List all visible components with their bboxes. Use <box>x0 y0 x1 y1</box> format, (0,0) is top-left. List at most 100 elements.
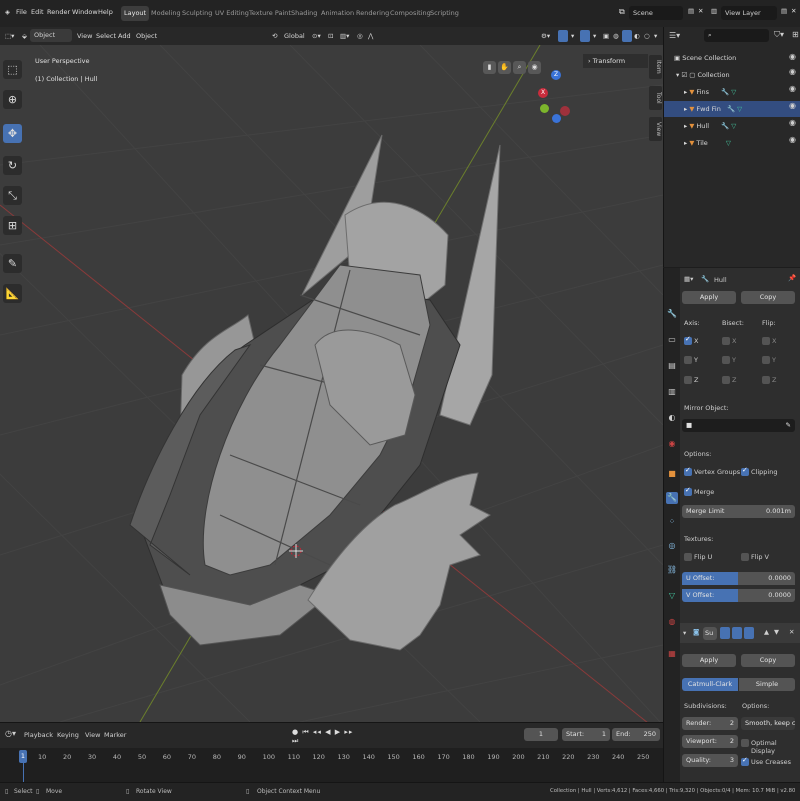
subsurf-copy-button[interactable]: Copy <box>741 654 795 667</box>
render-tab-icon[interactable]: ▭ <box>666 334 678 346</box>
cursor-tool-icon[interactable]: ⊕ <box>3 90 22 109</box>
flip-z-checkbox[interactable] <box>762 376 770 384</box>
overlay-dropdown-icon[interactable]: ▾ <box>593 30 596 42</box>
side-tab-view[interactable]: View <box>649 117 662 141</box>
view-layer-close-icon[interactable]: ✕ <box>791 7 796 15</box>
edit-mode-toggle-icon[interactable] <box>720 627 730 639</box>
outliner-row[interactable]: ▣ Scene Collection <box>664 50 800 66</box>
3d-viewport[interactable]: User Perspective (1) Collection | Hull ▮… <box>0 45 663 722</box>
expand-icon[interactable]: ▾ <box>676 71 679 79</box>
orientation-select[interactable]: Global <box>284 30 305 42</box>
merge-limit-field[interactable]: Merge Limit 0.001m <box>682 505 795 518</box>
material-shading-icon[interactable]: ◐ <box>634 30 640 42</box>
eye-icon[interactable]: ◉ <box>789 101 796 110</box>
overlay-toggle-icon[interactable] <box>580 30 590 42</box>
play-icon[interactable]: ▶ <box>335 728 341 736</box>
v-offset-field[interactable]: 0.0000 <box>738 589 795 602</box>
quality-field[interactable]: Quality: 3 <box>682 754 738 767</box>
move-up-icon[interactable]: ▲ <box>764 628 769 636</box>
proportional-edit-icon[interactable]: ◎ <box>357 30 363 42</box>
render-toggle-icon[interactable] <box>744 627 754 639</box>
expand-icon[interactable]: ▸ <box>684 139 687 147</box>
menu-select[interactable]: Select <box>96 30 116 42</box>
eye-icon[interactable]: ◉ <box>789 135 796 144</box>
new-collection-icon[interactable]: ⊞ <box>792 30 799 39</box>
wireframe-shading-icon[interactable]: ◍ <box>613 30 619 42</box>
side-tab-item[interactable]: Item <box>649 55 662 79</box>
modifier-tab-icon[interactable]: 🔧 <box>666 492 678 504</box>
scene-field[interactable]: Scene <box>629 6 683 20</box>
tab-layout[interactable]: Layout <box>121 6 150 21</box>
use-creases-checkbox[interactable] <box>741 756 749 766</box>
flip-v-checkbox[interactable] <box>741 553 749 561</box>
eye-icon[interactable]: ◉ <box>789 67 796 76</box>
gizmo-y-neg-icon[interactable] <box>540 104 549 113</box>
outliner-editor-icon[interactable]: ☰▾ <box>669 31 680 40</box>
jump-end-icon[interactable]: ⏭ <box>292 737 299 745</box>
expand-icon[interactable]: ▸ <box>684 105 687 113</box>
checkbox-icon[interactable]: ☑ <box>681 71 687 79</box>
axis-z-checkbox[interactable] <box>684 376 692 384</box>
axis-gizmo[interactable]: Z X <box>538 70 574 126</box>
merge-checkbox[interactable] <box>684 486 692 496</box>
bisect-x-checkbox[interactable] <box>722 337 730 345</box>
constraints-tab-icon[interactable]: ⛓ <box>666 564 678 576</box>
start-frame-field[interactable]: Start: 1 <box>562 728 610 741</box>
vertex-groups-checkbox[interactable] <box>684 466 692 476</box>
axis-x-checkbox[interactable] <box>684 335 692 345</box>
object-tab-icon[interactable]: ■ <box>666 468 678 480</box>
side-tab-tool[interactable]: Tool <box>649 86 662 110</box>
outliner-search-input[interactable]: ⌕ <box>704 29 769 42</box>
view-layer-browse-icon[interactable]: ▤ <box>781 7 787 15</box>
tool-tab-icon[interactable]: 🔧 <box>666 308 678 320</box>
transform-panel-header[interactable]: › Transform <box>583 54 648 68</box>
collapse-chevron-icon[interactable]: ▾ <box>683 629 686 637</box>
axis-y-checkbox[interactable] <box>684 356 692 364</box>
viewport-levels-field[interactable]: Viewport: 2 <box>682 735 738 748</box>
eye-icon[interactable]: ◉ <box>789 118 796 127</box>
blender-logo-icon[interactable]: ◈ <box>5 8 10 16</box>
simple-button[interactable]: Simple <box>739 678 795 691</box>
hand-pan-icon[interactable]: ✋ <box>498 61 511 74</box>
uv-smooth-select[interactable]: Smooth, keep co... <box>741 717 795 730</box>
gizmo-z-icon[interactable]: Z <box>551 70 561 80</box>
pin-icon[interactable]: 📌 <box>788 274 796 282</box>
menu-keying[interactable]: Keying <box>57 731 79 739</box>
filter-icon[interactable]: ⛉▾ <box>774 30 784 40</box>
properties-editor-icon[interactable]: ▦▾ <box>684 275 693 283</box>
outliner-row[interactable]: ▸ ▼ Fins 🔧 ▽ <box>664 84 800 100</box>
mirror-apply-button[interactable]: Apply <box>682 291 736 304</box>
move-down-icon[interactable]: ▼ <box>774 628 779 636</box>
eyedropper-icon[interactable]: ✎ <box>786 419 791 432</box>
shading-dropdown-icon[interactable]: ▾ <box>654 30 657 42</box>
optimal-display-checkbox[interactable] <box>741 739 749 747</box>
subsurf-name-field[interactable]: Su <box>703 627 717 640</box>
view-layer-field[interactable]: View Layer <box>721 6 777 20</box>
current-frame-field[interactable]: 1 <box>524 728 558 741</box>
display-viewport-toggle-icon[interactable] <box>732 627 742 639</box>
bisect-y-checkbox[interactable] <box>722 356 730 364</box>
timeline-editor-icon[interactable]: ◷▾ <box>5 729 16 738</box>
material-tab-icon[interactable]: ◍ <box>666 616 678 628</box>
subsurf-apply-button[interactable]: Apply <box>682 654 736 667</box>
bisect-z-checkbox[interactable] <box>722 376 730 384</box>
rendered-shading-icon[interactable]: ○ <box>644 30 650 42</box>
menu-window[interactable]: Window <box>72 8 98 16</box>
menu-timeline-view[interactable]: View <box>85 731 100 739</box>
measure-tool-icon[interactable]: 📐 <box>3 284 22 303</box>
menu-add[interactable]: Add <box>118 30 131 42</box>
gizmo-x-icon[interactable]: X <box>538 88 548 98</box>
outliner-row[interactable]: ▾ ☑ ▢ Collection <box>664 67 800 83</box>
texture-tab-icon[interactable]: ▦ <box>666 648 678 660</box>
xray-icon[interactable]: ▣ <box>603 30 609 42</box>
editor-type-icon[interactable]: ⬚▾ <box>5 30 14 42</box>
menu-edit[interactable]: Edit <box>31 8 44 16</box>
snap-icon[interactable]: ⊡ <box>328 30 333 42</box>
play-reverse-icon[interactable]: ◀ <box>325 728 331 736</box>
eye-icon[interactable]: ◉ <box>789 84 796 93</box>
mirror-object-field[interactable]: ■ ✎ <box>682 419 795 432</box>
expand-icon[interactable]: ▸ <box>684 122 687 130</box>
tab-sculpting[interactable]: Sculpting <box>179 6 215 21</box>
mirror-copy-button[interactable]: Copy <box>741 291 795 304</box>
scene-browse-icon[interactable]: ▤ <box>688 7 694 15</box>
